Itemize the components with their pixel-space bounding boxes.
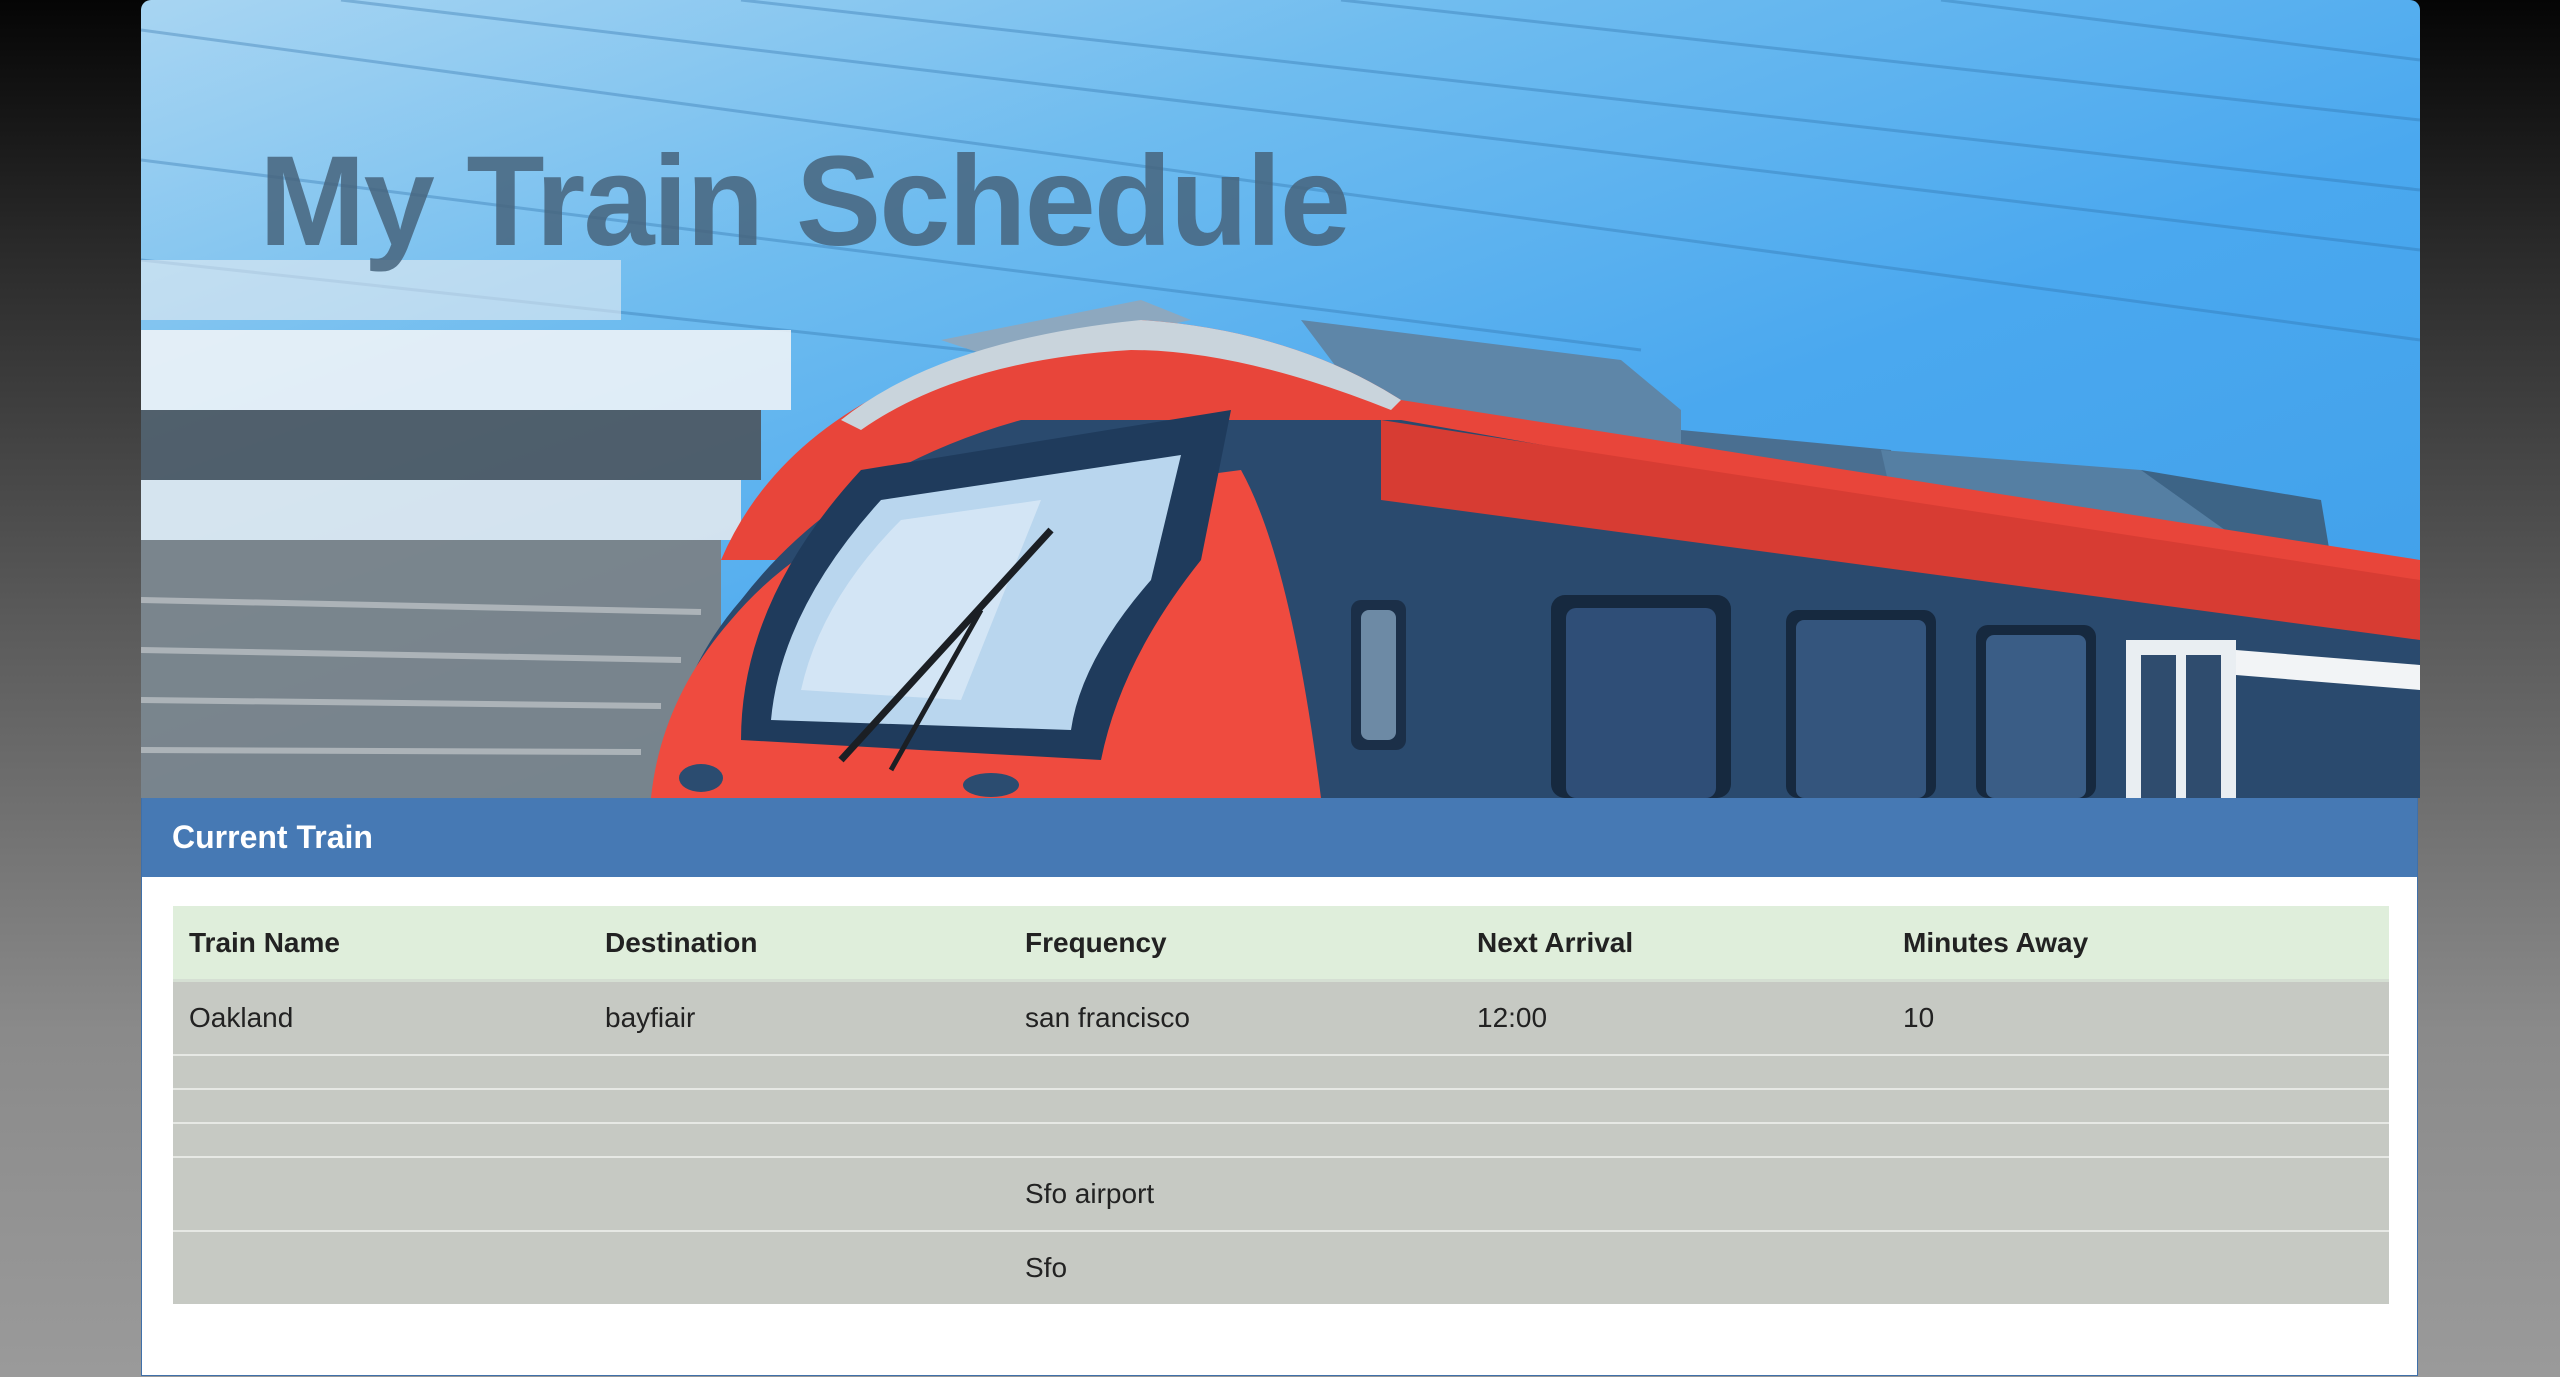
- table-row: [173, 1054, 2389, 1089]
- cell-minutes-away: [1887, 1054, 2389, 1089]
- cell-next-arrival: [1461, 1156, 1887, 1231]
- cell-train-name: [173, 1088, 589, 1123]
- column-header-destination: Destination: [589, 906, 1009, 982]
- table-row: [173, 1122, 2389, 1157]
- cell-train-name: [173, 1230, 589, 1304]
- cell-minutes-away: [1887, 1088, 2389, 1123]
- cell-next-arrival: [1461, 1230, 1887, 1304]
- panel-heading: Current Train: [142, 798, 2417, 877]
- cell-destination: [589, 1122, 1009, 1157]
- page-title: My Train Schedule: [259, 130, 1351, 273]
- current-train-panel: Current Train Train Name Destination Fre…: [141, 798, 2418, 1376]
- table-row: Sfo airport: [173, 1156, 2389, 1231]
- cell-next-arrival: [1461, 1122, 1887, 1157]
- cell-frequency: [1009, 1088, 1461, 1123]
- cell-minutes-away: [1887, 1122, 2389, 1157]
- cell-train-name: Oakland: [173, 979, 589, 1055]
- table-row: [173, 1088, 2389, 1123]
- cell-destination: bayfiair: [589, 979, 1009, 1055]
- cell-minutes-away: [1887, 1156, 2389, 1231]
- cell-minutes-away: [1887, 1230, 2389, 1304]
- column-header-train-name: Train Name: [173, 906, 589, 982]
- cell-destination: [589, 1054, 1009, 1089]
- cell-train-name: [173, 1054, 589, 1089]
- table-row: Sfo: [173, 1230, 2389, 1304]
- train-schedule-table: Train Name Destination Frequency Next Ar…: [173, 906, 2389, 1304]
- column-header-next-arrival: Next Arrival: [1461, 906, 1887, 982]
- cell-train-name: [173, 1156, 589, 1231]
- page-container: My Train Schedule Current Train Train Na…: [141, 0, 2420, 1377]
- cell-destination: [589, 1088, 1009, 1123]
- cell-frequency: Sfo airport: [1009, 1156, 1461, 1231]
- cell-destination: [589, 1230, 1009, 1304]
- cell-destination: [589, 1156, 1009, 1231]
- column-header-frequency: Frequency: [1009, 906, 1461, 982]
- table-header-row: Train Name Destination Frequency Next Ar…: [173, 906, 2389, 982]
- cell-next-arrival: [1461, 1088, 1887, 1123]
- column-header-minutes-away: Minutes Away: [1887, 906, 2389, 982]
- table-row: Oakland bayfiair san francisco 12:00 10: [173, 979, 2389, 1055]
- cell-frequency: [1009, 1054, 1461, 1089]
- cell-frequency: san francisco: [1009, 979, 1461, 1055]
- train-photo: [141, 0, 2420, 798]
- cell-frequency: [1009, 1122, 1461, 1157]
- cell-train-name: [173, 1122, 589, 1157]
- cell-next-arrival: 12:00: [1461, 979, 1887, 1055]
- cell-minutes-away: 10: [1887, 979, 2389, 1055]
- cell-next-arrival: [1461, 1054, 1887, 1089]
- hero-banner: My Train Schedule: [141, 0, 2420, 798]
- cell-frequency: Sfo: [1009, 1230, 1461, 1304]
